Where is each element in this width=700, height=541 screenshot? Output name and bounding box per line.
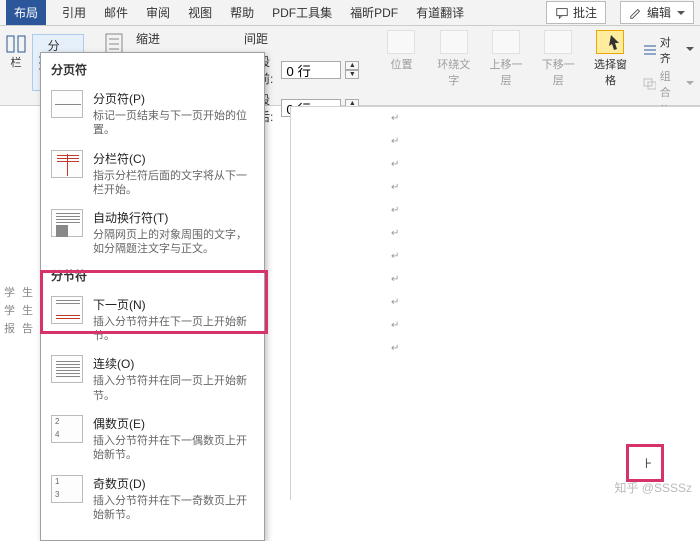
page-breaks-header: 分页符 <box>41 57 264 84</box>
comment-button[interactable]: 批注 <box>546 1 606 24</box>
chevron-down-icon <box>675 6 685 20</box>
next-page-icon <box>51 296 83 324</box>
document-left-edge: 学 生 学 生 报 告 <box>0 106 40 500</box>
doc-text: 报 告 <box>4 320 35 336</box>
tab-foxit-pdf[interactable]: 福昕PDF <box>348 0 400 25</box>
spin-up[interactable]: ▲ <box>345 61 359 70</box>
page-break-icon <box>51 90 83 118</box>
bring-forward-button: 上移一层 <box>486 30 526 88</box>
next-page-item[interactable]: 下一页(N)插入分节符并在下一页上开始新节。 <box>41 290 264 350</box>
doc-text: 学 生 <box>4 284 35 300</box>
chevron-down-icon <box>684 44 694 56</box>
column-break-icon <box>51 150 83 178</box>
tab-mailings[interactable]: 邮件 <box>102 0 130 25</box>
even-page-item[interactable]: 偶数页(E)插入分节符并在下一偶数页上开始新节。 <box>41 409 264 469</box>
cursor-arrow-icon <box>597 31 623 53</box>
edit-button[interactable]: 编辑 <box>620 1 694 24</box>
comment-icon <box>555 6 569 20</box>
selection-pane-button[interactable]: 选择窗格 <box>590 30 630 88</box>
text-wrapping-break-item[interactable]: 自动换行符(T)分隔网页上的对象周围的文字，如分隔题注文字与正文。 <box>41 203 264 263</box>
indent-title: 缩进 <box>136 30 232 47</box>
align-icon <box>643 44 656 56</box>
tab-review[interactable]: 审阅 <box>144 0 172 25</box>
odd-page-icon <box>51 475 83 503</box>
doc-text: 学 生 <box>4 302 35 318</box>
align-button[interactable]: 对齐 <box>643 34 695 66</box>
columns-label: 栏 <box>11 54 22 70</box>
chevron-down-icon <box>684 78 694 90</box>
section-breaks-header: 分节符 <box>41 263 264 290</box>
watermark: 知乎 @SSSSz <box>614 479 692 496</box>
arrange-group: 位置 环绕文字 上移一层 下移一层 选择窗格 对齐 组合 旋转 排列 <box>373 26 700 105</box>
tab-pdf-tools[interactable]: PDF工具集 <box>270 0 334 25</box>
tab-view[interactable]: 视图 <box>186 0 214 25</box>
position-button: 位置 <box>381 30 421 72</box>
paragraph-marks: ↵↵↵↵↵↵↵↵↵↵↵ <box>391 113 399 354</box>
columns-icon <box>6 34 26 54</box>
page-break-item[interactable]: 分页符(P)标记一页结束与下一页开始的位置。 <box>41 84 264 144</box>
document-canvas[interactable]: ↵↵↵↵↵↵↵↵↵↵↵ ⊦ 知乎 @SSSSz <box>290 106 700 500</box>
continuous-item[interactable]: 连续(O)插入分节符并在同一页上开始新节。 <box>41 349 264 409</box>
group-button: 组合 <box>643 68 695 100</box>
comment-label: 批注 <box>573 4 597 21</box>
continuous-icon <box>51 355 83 383</box>
odd-page-item[interactable]: 奇数页(D)插入分节符并在下一奇数页上开始新节。 <box>41 469 264 529</box>
tab-youdao[interactable]: 有道翻译 <box>414 0 466 25</box>
spacing-title: 间距 <box>244 30 359 47</box>
breaks-dropdown: 分页符 分页符(P)标记一页结束与下一页开始的位置。 分栏符(C)指示分栏符后面… <box>40 52 265 541</box>
group-icon <box>643 78 656 90</box>
send-backward-button: 下移一层 <box>538 30 578 88</box>
columns-button[interactable]: 栏 <box>6 30 26 70</box>
even-page-icon <box>51 415 83 443</box>
pencil-icon <box>629 6 643 20</box>
spacing-before-input[interactable] <box>281 61 341 79</box>
tab-references[interactable]: 引用 <box>60 0 88 25</box>
column-break-item[interactable]: 分栏符(C)指示分栏符后面的文字将从下一栏开始。 <box>41 144 264 204</box>
edit-label: 编辑 <box>647 4 671 21</box>
wrap-text-button: 环绕文字 <box>434 30 474 88</box>
text-cursor: ⊦ <box>645 455 652 472</box>
tab-help[interactable]: 帮助 <box>228 0 256 25</box>
spin-down[interactable]: ▼ <box>345 70 359 79</box>
tab-layout[interactable]: 布局 <box>6 0 46 25</box>
menu-bar: 布局 引用 邮件 审阅 视图 帮助 PDF工具集 福昕PDF 有道翻译 批注 编… <box>0 0 700 26</box>
text-wrapping-icon <box>51 209 83 237</box>
